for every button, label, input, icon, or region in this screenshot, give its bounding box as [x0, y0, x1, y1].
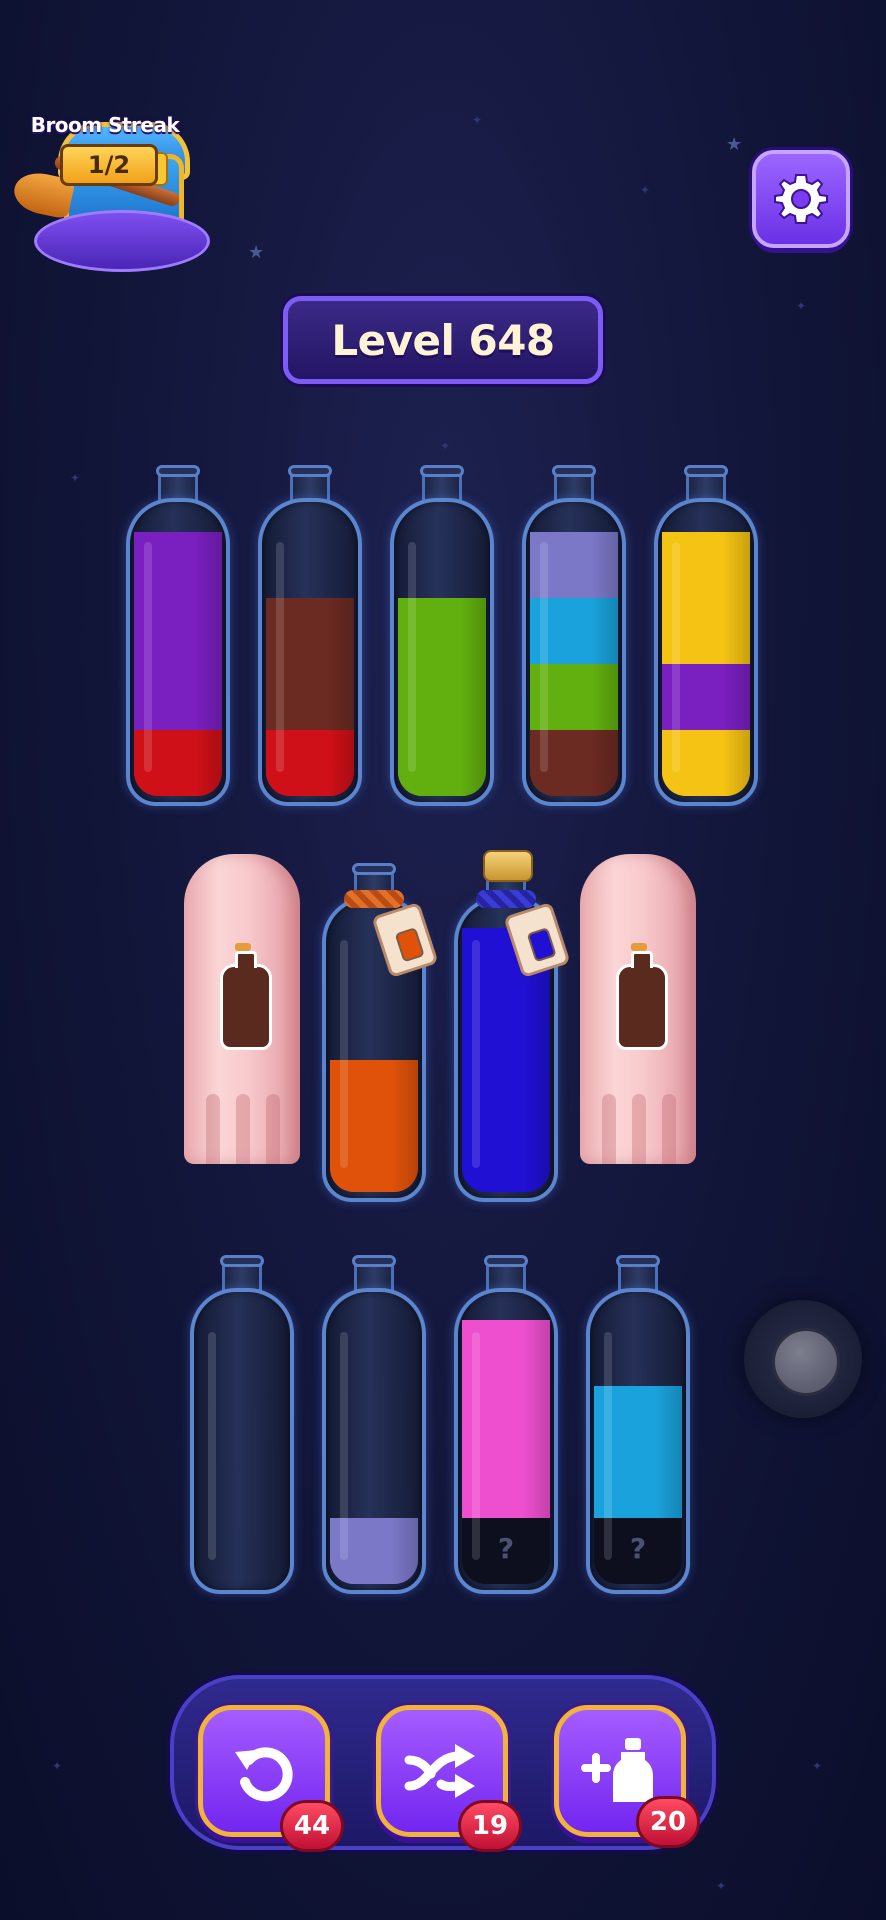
glass-shine: [276, 542, 284, 772]
mystery-bottle-icon: [220, 943, 272, 1050]
streak-title: Broom Streak: [30, 113, 180, 137]
bottle[interactable]: [126, 465, 230, 806]
streak-count: 1/2: [60, 144, 158, 186]
bottle-glass: [258, 498, 362, 806]
undo-count-badge: 44: [280, 1800, 344, 1852]
bottle-glass: ?: [454, 1288, 558, 1594]
joystick-icon[interactable]: [744, 1300, 862, 1418]
glass-shine: [340, 940, 348, 1168]
settings-button[interactable]: [752, 150, 850, 248]
add-bottle-count-badge: 20: [636, 1796, 700, 1848]
bottle[interactable]: [190, 1255, 294, 1594]
bottle-glass: [654, 498, 758, 806]
covered-bottle[interactable]: [184, 854, 300, 1164]
cloth-fold: [266, 1094, 280, 1164]
glass-shine: [472, 1332, 480, 1560]
bottle[interactable]: [322, 1255, 426, 1594]
mystery-bottle-icon: [616, 943, 668, 1050]
star-decoration: ✦: [440, 439, 451, 453]
glass-shine: [144, 542, 152, 772]
star-decoration: ✦: [796, 299, 807, 313]
glass-shine: [408, 542, 416, 772]
bottle-glass: [322, 1288, 426, 1594]
cloth-fold: [662, 1094, 676, 1164]
bottle-glass: [126, 498, 230, 806]
bottle[interactable]: [654, 465, 758, 806]
glass-shine: [340, 1332, 348, 1560]
glass-shine: [540, 542, 548, 772]
tag-bottle-icon: [394, 927, 425, 963]
bottle-glass: ?: [586, 1288, 690, 1594]
star-decoration: ✦: [716, 1879, 727, 1893]
streak-plate: [34, 210, 210, 272]
glass-shine: [672, 542, 680, 772]
cloth-fold: [602, 1094, 616, 1164]
rope-lock: [344, 890, 404, 908]
level-banner: Level 648: [283, 296, 603, 384]
shuffle-icon: [404, 1744, 475, 1798]
bottle[interactable]: [522, 465, 626, 806]
glass-shine: [604, 1332, 612, 1560]
star-decoration: ✦: [640, 183, 651, 197]
bottle[interactable]: [390, 465, 494, 806]
add-bottle-icon: [581, 1738, 653, 1802]
glass-shine: [472, 940, 480, 1168]
star-decoration: ✦: [812, 1759, 823, 1773]
bottle-glass: [390, 498, 494, 806]
cloth-fold: [206, 1094, 220, 1164]
cloth-fold: [236, 1094, 250, 1164]
tag-bottle-icon: [526, 927, 557, 963]
gear-icon: [774, 174, 828, 224]
glass-shine: [208, 1332, 216, 1560]
cloth-fold: [632, 1094, 646, 1164]
star-decoration: ✦: [472, 113, 483, 127]
bottle-glass: [190, 1288, 294, 1594]
cork-icon: [483, 850, 533, 882]
star-decoration: ★: [726, 134, 743, 155]
bottle[interactable]: ?: [454, 1255, 558, 1594]
covered-bottle[interactable]: [580, 854, 696, 1164]
shuffle-count-badge: 19: [458, 1800, 522, 1852]
joystick-knob[interactable]: [772, 1328, 840, 1396]
bottle[interactable]: ?: [586, 1255, 690, 1594]
level-title: Level 648: [331, 315, 555, 365]
bottle[interactable]: [258, 465, 362, 806]
star-decoration: ✦: [52, 1759, 63, 1773]
bottle-glass: [522, 498, 626, 806]
rope-lock: [476, 890, 536, 908]
undo-icon: [235, 1747, 293, 1802]
star-decoration: ✦: [70, 471, 81, 485]
star-decoration: ★: [248, 242, 265, 263]
